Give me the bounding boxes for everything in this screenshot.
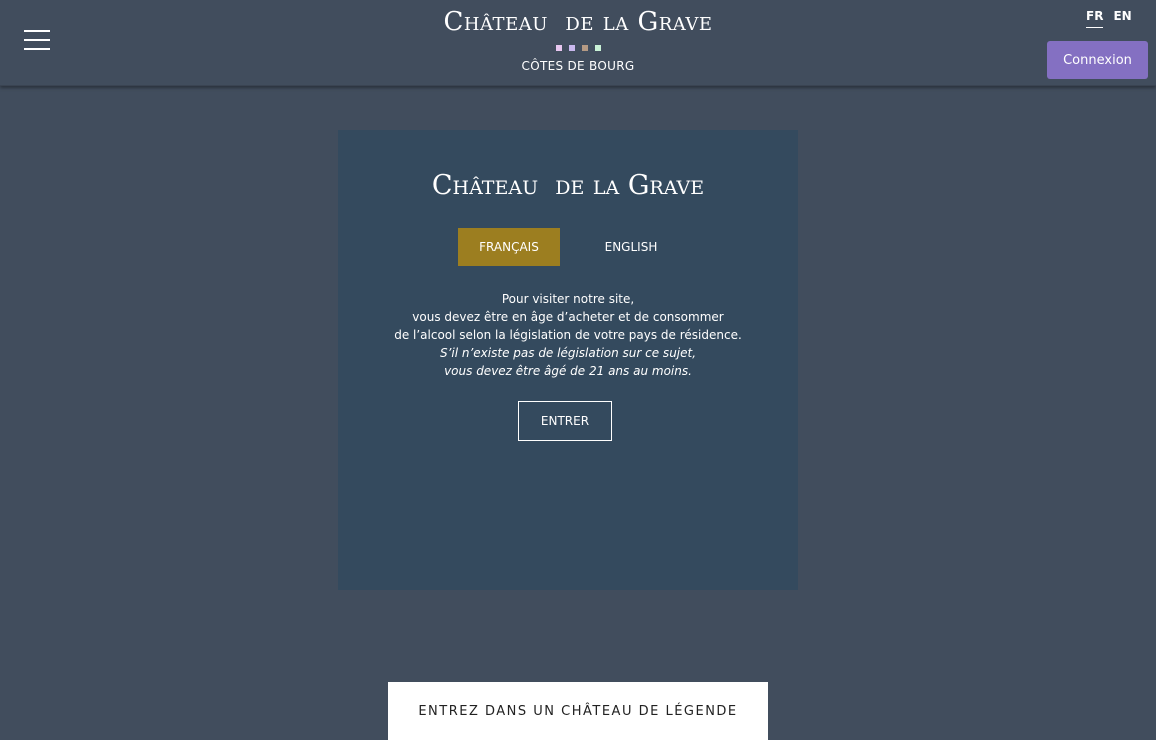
top-bar: Château de la Grave CÔTES DE BOURG FR EN… (0, 0, 1156, 86)
hamburger-line (24, 30, 50, 32)
francais-button[interactable]: FRANÇAIS (458, 228, 560, 266)
lang-fr-link[interactable]: FR (1086, 9, 1104, 28)
brand-logo[interactable]: Château de la Grave CÔTES DE BOURG (378, 6, 778, 73)
color-square (555, 45, 562, 51)
brand-color-squares (378, 45, 778, 51)
brand-subtitle: CÔTES DE BOURG (521, 59, 635, 73)
hamburger-line (24, 48, 50, 50)
color-square (568, 45, 575, 51)
message-note-line: vous devez être âgé de 21 ans au moins. (444, 364, 692, 378)
message-line: Pour visiter notre site, (501, 292, 635, 306)
message-note-line: S’il n’existe pas de législation sur ce … (439, 346, 697, 360)
legend-banner[interactable]: ENTREZ DANS UN CHÂTEAU DE LÉGENDE (388, 682, 768, 740)
hamburger-icon[interactable] (24, 30, 50, 50)
age-gate-message: Pour visiter notre site, vous devez être… (338, 290, 798, 380)
login-button[interactable]: Connexion (1047, 41, 1148, 79)
color-square (594, 45, 601, 51)
lang-en-link[interactable]: EN (1113, 9, 1131, 28)
age-gate-panel: Château de la Grave FRANÇAIS ENGLISH Pou… (338, 130, 798, 590)
enter-button[interactable]: ENTRER (518, 401, 612, 441)
hamburger-line (24, 39, 50, 41)
age-gate-language-buttons: FRANÇAIS ENGLISH (458, 228, 702, 266)
message-line: vous devez être en âge d’acheter et de c… (412, 310, 724, 324)
language-switch: FR EN (1086, 9, 1132, 28)
english-button[interactable]: ENGLISH (560, 228, 702, 266)
brand-title: Château de la Grave (443, 7, 713, 37)
color-square (581, 45, 588, 51)
message-line: de l’alcool selon la législation de votr… (394, 328, 742, 342)
age-gate-logo: Château de la Grave (431, 170, 705, 201)
